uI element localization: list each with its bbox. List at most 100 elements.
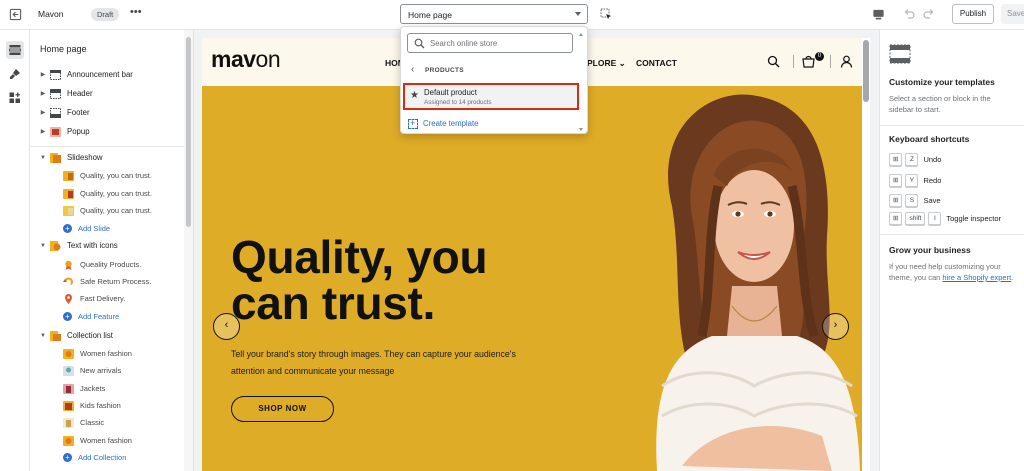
popup-icon	[50, 126, 61, 137]
collection-label: Classic	[80, 418, 105, 427]
hire-expert-link[interactable]: hire a Shopify expert	[942, 273, 1011, 282]
key-shift: shift	[905, 211, 926, 225]
redo-icon[interactable]	[923, 8, 935, 20]
divider	[880, 234, 1024, 235]
key-y: Y	[905, 173, 919, 187]
chevron-down-icon[interactable]: ▼	[40, 155, 46, 161]
chevron-down-icon[interactable]: ▼	[40, 243, 46, 249]
preview-scrollbar[interactable]	[862, 38, 870, 471]
shortcuts-heading: Keyboard shortcuts	[889, 134, 970, 144]
collection-label: New arrivals	[80, 366, 122, 375]
sidebar-item-slideshow[interactable]: ▼ Slideshow	[40, 149, 193, 166]
logo-light-text: on	[255, 46, 281, 72]
sidebar-item-collection-list[interactable]: ▼ Collection list	[40, 327, 193, 344]
account-icon[interactable]	[840, 55, 853, 68]
nav-link-explore[interactable]: PLORE ⌄	[587, 58, 626, 69]
add-slide-button[interactable]: + Add Slide	[63, 220, 193, 237]
store-logo[interactable]: mavon	[211, 46, 281, 73]
previous-slide-button[interactable]: ‹	[213, 313, 240, 340]
sidebar-item-collection[interactable]: Jackets	[63, 380, 193, 397]
nav-link-contact[interactable]: CONTACT	[636, 58, 677, 68]
sidebar-item-feature[interactable]: Fast Delivery.	[63, 290, 193, 307]
divider	[793, 55, 794, 68]
add-feature-button[interactable]: + Add Feature	[63, 308, 193, 325]
sections-icon	[9, 45, 21, 55]
shortcut-save: ⊞ S Save	[889, 193, 941, 207]
store-name: Mavon	[38, 9, 64, 19]
sidebar-item-collection[interactable]: Women fashion	[63, 345, 193, 362]
collection-label: Women fashion	[80, 436, 132, 445]
add-collection-button[interactable]: + Add Collection	[63, 449, 193, 466]
cart-icon[interactable]	[802, 55, 815, 68]
collection-icon	[63, 383, 74, 394]
undo-icon[interactable]	[903, 8, 915, 20]
sidebar-item-header[interactable]: ▶ Header	[40, 85, 193, 102]
sidebar-item-collection[interactable]: Kids fashion	[63, 397, 193, 414]
shop-now-button[interactable]: SHOP NOW	[231, 396, 334, 422]
theme-settings-tab[interactable]	[6, 65, 24, 83]
divider	[880, 125, 1024, 126]
sidebar-item-label: Footer	[67, 108, 90, 117]
sidebar-item-label: Announcement bar	[67, 70, 133, 79]
chevron-left-icon: ‹	[224, 319, 229, 331]
publish-button[interactable]: Publish	[952, 4, 994, 24]
sidebar-item-label: Slideshow	[67, 153, 103, 162]
more-actions-icon[interactable]: •••	[130, 6, 142, 18]
slide-label: Quality, you can trust.	[80, 171, 152, 180]
search-input[interactable]: Search online store	[407, 33, 573, 53]
sidebar-item-label: Text with icons	[67, 241, 118, 250]
apps-tab[interactable]	[6, 89, 24, 107]
search-icon[interactable]	[767, 55, 780, 68]
hero-title: Quality, you can trust.	[231, 231, 488, 329]
collection-label: Jackets	[80, 384, 106, 393]
collection-label: Women fashion	[80, 349, 132, 358]
next-slide-button[interactable]: ›	[822, 313, 849, 340]
page-selector[interactable]: Home page	[400, 4, 588, 24]
sidebar-item-footer[interactable]: ▶ Footer	[40, 104, 193, 121]
scroll-down-icon[interactable]	[579, 128, 583, 131]
shortcut-label: Toggle inspector	[946, 213, 1001, 223]
scroll-up-icon[interactable]	[579, 33, 583, 36]
collection-icon	[63, 365, 74, 376]
key-ctrl: ⊞	[889, 193, 903, 207]
create-template-label: Create template	[423, 119, 479, 128]
popover-scrollbar[interactable]	[578, 33, 585, 131]
chevron-right-icon[interactable]: ▶	[40, 128, 46, 135]
search-placeholder: Search online store	[430, 39, 498, 48]
location-pin-icon	[63, 293, 74, 304]
chevron-right-icon[interactable]: ▶	[40, 90, 46, 97]
sidebar-item-slide[interactable]: Quality, you can trust.	[63, 202, 193, 219]
key-ctrl: ⊞	[889, 152, 903, 166]
inspector-icon[interactable]	[600, 8, 612, 20]
sidebar-item-announcement-bar[interactable]: ▶ Announcement bar	[40, 66, 193, 83]
sidebar-item-slide[interactable]: Quality, you can trust.	[63, 185, 193, 202]
template-option-default-product[interactable]: ★ Default product Assigned to 14 product…	[403, 83, 579, 110]
slide-icon	[63, 170, 74, 181]
plus-circle-icon: +	[63, 224, 72, 233]
sidebar-item-feature[interactable]: Queality Products.	[63, 256, 193, 273]
chevron-down-icon[interactable]: ▼	[40, 333, 46, 339]
text-with-icons-icon	[50, 240, 61, 251]
chevron-right-icon[interactable]: ▶	[40, 109, 46, 116]
desktop-preview-icon[interactable]	[872, 8, 885, 21]
save-button[interactable]: Save	[1001, 4, 1024, 24]
sidebar-item-text-with-icons[interactable]: ▼ Text with icons	[40, 237, 193, 254]
sidebar-item-collection[interactable]: New arrivals	[63, 362, 193, 379]
preview-scrollbar-thumb[interactable]	[863, 40, 869, 102]
exit-icon[interactable]	[9, 8, 22, 21]
collection-icon	[63, 400, 74, 411]
sidebar-item-collection[interactable]: Women fashion	[63, 432, 193, 449]
grow-end: .	[1011, 273, 1014, 282]
shortcut-redo: ⊞ Y Redo	[889, 173, 941, 187]
sidebar-item-slide[interactable]: Quality, you can trust.	[63, 167, 193, 184]
back-to-products-button[interactable]: ‹ PRODUCTS	[409, 64, 579, 78]
chevron-right-icon[interactable]: ▶	[40, 71, 46, 78]
return-icon	[63, 277, 74, 287]
sidebar-scrollbar-thumb[interactable]	[186, 37, 191, 227]
sidebar-item-popup[interactable]: ▶ Popup	[40, 123, 193, 140]
sidebar-item-feature[interactable]: Safe Return Process.	[63, 273, 193, 290]
divider	[31, 146, 184, 147]
sections-tab[interactable]	[6, 41, 24, 59]
sidebar-item-collection[interactable]: Classic	[63, 414, 193, 431]
create-template-button[interactable]: Create template	[407, 118, 547, 130]
